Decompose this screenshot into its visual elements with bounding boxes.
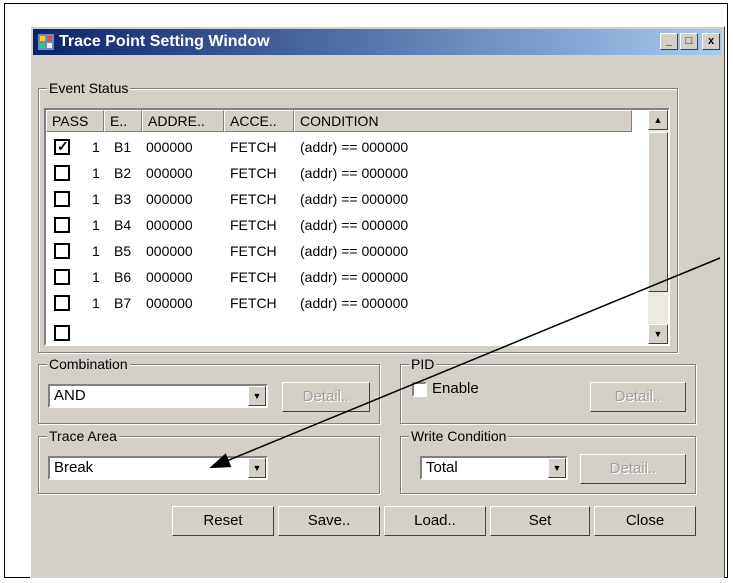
- annotation-arrow: [209, 257, 721, 469]
